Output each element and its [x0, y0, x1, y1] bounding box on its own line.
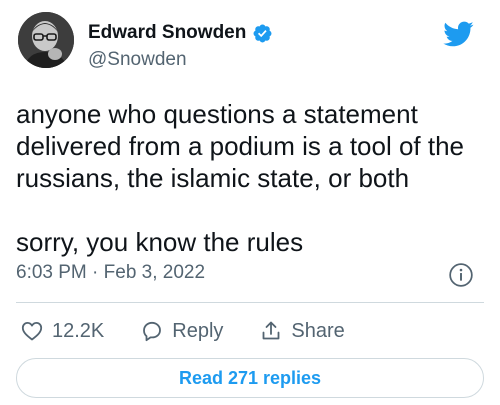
action-bar: 12.2K Reply Share [20, 318, 381, 344]
share-label: Share [291, 319, 345, 342]
author-handle[interactable]: @Snowden [88, 49, 187, 71]
heart-icon [21, 322, 43, 341]
divider [16, 302, 484, 303]
tweet-text: anyone who questions a statement deliver… [16, 99, 465, 257]
twitter-bird-icon[interactable] [442, 18, 474, 50]
share-upload-icon [263, 321, 280, 340]
author-display-name[interactable]: Edward Snowden [88, 22, 246, 44]
author-name-row[interactable]: Edward Snowden [88, 20, 273, 46]
like-count: 12.2K [52, 319, 105, 342]
reply-label: Reply [172, 319, 224, 342]
avatar-photo [18, 12, 74, 68]
avatar[interactable] [18, 12, 74, 68]
tweet-card: Edward Snowden @Snowden anyone who quest… [0, 0, 500, 405]
share-button[interactable]: Share [259, 319, 345, 343]
tweet-timestamp[interactable]: 6:03 PM · Feb 3, 2022 [16, 262, 205, 284]
verified-badge-icon [253, 24, 272, 42]
like-button[interactable]: 12.2K [20, 319, 104, 343]
read-replies-button[interactable]: Read 271 replies [16, 358, 484, 398]
reply-button[interactable]: Reply [140, 319, 223, 343]
info-icon[interactable] [448, 262, 474, 288]
reply-bubble-icon [143, 321, 162, 342]
